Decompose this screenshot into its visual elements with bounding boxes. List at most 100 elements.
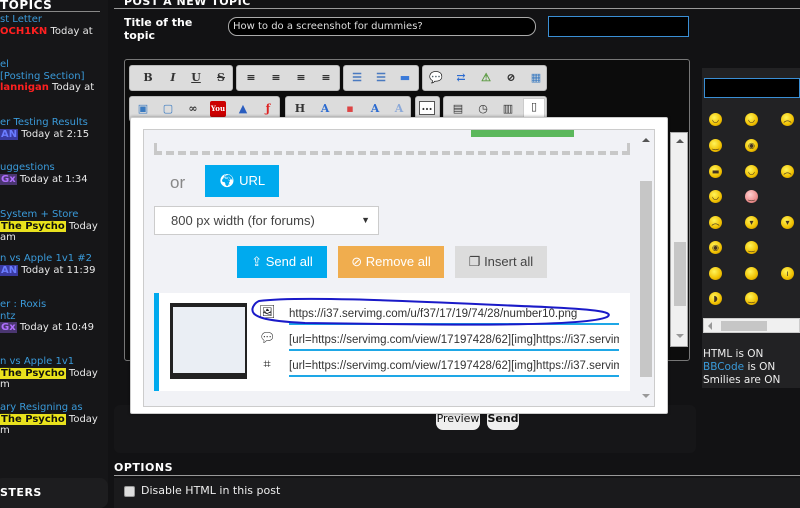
topic-author[interactable]: The Psycho (0, 220, 66, 232)
quote-icon[interactable]: 💬 (428, 70, 444, 86)
align-center-icon[interactable]: ≡ (268, 70, 284, 86)
hide-icon[interactable]: ⊘ (503, 70, 519, 86)
bbcode-link-field[interactable]: [url=https://servimg.com/view/17197428/6… (289, 331, 619, 351)
topic-link[interactable]: el (0, 59, 94, 71)
scrollbar-thumb[interactable] (674, 242, 686, 306)
topic-author[interactable]: The Psycho (0, 367, 66, 379)
topic-link-line2[interactable]: [Posting Section] (0, 71, 94, 83)
topic-link[interactable]: System + Store (0, 209, 98, 221)
color-icon[interactable]: ▪ (342, 101, 358, 117)
send-all-button[interactable]: ⇪ Send all (237, 246, 327, 278)
image-size-select[interactable]: 800 px width (for forums) ▼ (154, 206, 379, 235)
scroll-down-icon[interactable] (676, 334, 684, 338)
thumbnail-link-field[interactable]: [url=https://servimg.com/view/17197428/6… (289, 357, 619, 377)
topic-link[interactable]: ary Resigning as (0, 402, 98, 414)
smiley-icon[interactable]: ‿ (745, 241, 758, 254)
strikethrough-icon[interactable]: S (213, 70, 229, 86)
smiley-icon[interactable]: ‿ (745, 190, 758, 203)
smiley-icon[interactable]: ▾ (781, 216, 794, 229)
topic-link[interactable]: n vs Apple 1v1 #2 (0, 253, 95, 265)
send-button[interactable]: Send (487, 413, 519, 430)
smiley-icon[interactable] (745, 267, 758, 280)
topic-author[interactable]: AN (0, 128, 19, 140)
justify-icon[interactable]: ≡ (318, 70, 334, 86)
or-label: or (170, 173, 186, 192)
insert-image-icon[interactable]: ▢ (160, 101, 176, 117)
scroll-left-icon[interactable] (708, 322, 712, 330)
scroll-up-icon[interactable] (642, 138, 650, 142)
smiley-icon[interactable]: ︵ (709, 216, 722, 229)
topic-time: Today (65, 413, 98, 425)
topic-link[interactable]: st Letter (0, 14, 93, 26)
topic-author[interactable]: AN (0, 264, 19, 276)
horizontal-rule-icon[interactable]: ▬ (397, 70, 413, 86)
topic-author[interactable]: The Psycho (0, 413, 66, 425)
heading-icon[interactable]: H (292, 101, 308, 117)
topic-author[interactable]: lannigan (0, 82, 49, 93)
date-icon[interactable]: ▤ (450, 101, 466, 117)
smiley-icon[interactable]: ◡ (709, 190, 722, 203)
spoiler-icon[interactable]: ⚠ (478, 70, 494, 86)
topic-author[interactable]: OCH1KN (0, 26, 47, 37)
bbcode-link[interactable]: BBCode (703, 361, 744, 373)
code-icon[interactable]: ⇄ (453, 70, 469, 86)
smiley-icon[interactable]: ◡ (709, 113, 722, 126)
remove-format-icon[interactable]: A (391, 101, 407, 117)
editor-scrollbar[interactable] (670, 132, 688, 347)
numbered-list-icon[interactable]: ☰ (373, 70, 389, 86)
image-thumbnail[interactable] (170, 303, 247, 379)
topic-link-line2[interactable]: ntz (0, 311, 94, 323)
insert-link-icon[interactable]: ∞ (185, 101, 201, 117)
smiley-icon[interactable]: ▬ (709, 165, 722, 178)
topic-author[interactable]: Gx (0, 322, 17, 333)
dailymotion-icon[interactable]: ▲ (235, 101, 251, 117)
paste-icon[interactable]: ▥ (500, 101, 516, 117)
font-size-icon[interactable]: A (317, 101, 333, 117)
italic-icon[interactable]: I (165, 70, 181, 86)
smiley-icon[interactable]: ◡ (745, 165, 758, 178)
image-host-icon[interactable]: ▣ (135, 101, 151, 117)
scroll-up-icon[interactable] (676, 139, 684, 143)
smiley-icon[interactable]: ‿ (745, 292, 758, 305)
smiley-icon[interactable]: ‿ (709, 139, 722, 152)
bullet-list-icon[interactable]: ☰ (349, 70, 365, 86)
smiley-icon[interactable]: ı (781, 267, 794, 280)
flash-icon[interactable]: ƒ (260, 101, 276, 117)
smiley-icon[interactable]: ◉ (709, 241, 722, 254)
dialog-scrollbar[interactable] (638, 130, 654, 406)
align-left-icon[interactable]: ≡ (243, 70, 259, 86)
topic-link[interactable]: er : Roxis (0, 299, 94, 311)
smiley-icon[interactable]: ◗ (709, 292, 722, 305)
topic-link[interactable]: n vs Apple 1v1 (0, 356, 98, 368)
table-icon[interactable]: ▦ (528, 70, 544, 86)
topic-link[interactable]: uggestions (0, 162, 88, 174)
smiley-icon[interactable]: ︵ (781, 113, 794, 126)
smiley-icon[interactable] (709, 267, 722, 280)
disable-html-checkbox[interactable] (124, 486, 135, 497)
bold-icon[interactable]: B (140, 70, 156, 86)
url-button[interactable]: 🌍︎ URL (205, 165, 279, 197)
insert-all-button[interactable]: ❐ Insert all (455, 246, 547, 278)
topic-title-input[interactable] (228, 17, 536, 36)
topic-link[interactable]: er Testing Results (0, 117, 89, 129)
smiley-icon[interactable]: ︵ (781, 165, 794, 178)
scrollbar-thumb[interactable] (721, 321, 767, 331)
youtube-icon[interactable]: You (210, 101, 226, 117)
time-icon[interactable]: ◷ (475, 101, 491, 117)
font-face-icon[interactable]: A (367, 101, 383, 117)
smilies-search-input[interactable] (704, 78, 800, 98)
smilies-scrollbar[interactable] (703, 318, 800, 333)
scroll-down-icon[interactable] (642, 394, 650, 398)
smiley-icon[interactable]: ▾ (745, 216, 758, 229)
more-icon[interactable]: … (419, 101, 435, 115)
remove-all-button[interactable]: ⊘ Remove all (338, 246, 444, 278)
scrollbar-thumb[interactable] (640, 181, 652, 377)
dropzone-border[interactable] (154, 151, 630, 155)
topic-author[interactable]: Gx (0, 173, 17, 185)
smiley-icon[interactable]: ◉ (745, 139, 758, 152)
underline-icon[interactable]: U (188, 70, 204, 86)
smiley-icon[interactable]: ◡ (745, 113, 758, 126)
align-right-icon[interactable]: ≡ (293, 70, 309, 86)
extra-input-field[interactable] (548, 16, 689, 37)
preview-button[interactable]: Preview (436, 413, 480, 430)
